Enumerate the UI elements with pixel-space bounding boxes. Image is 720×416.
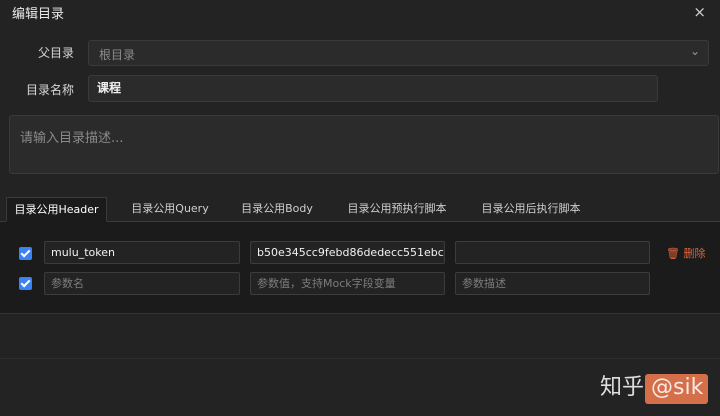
tab-common-body[interactable]: 目录公用Body <box>232 197 322 222</box>
directory-description-textarea[interactable]: 请输入目录描述... <box>9 115 719 174</box>
chevron-down-icon: ⌄ <box>689 44 700 58</box>
param-description-input[interactable] <box>455 241 650 264</box>
tab-common-query[interactable]: 目录公用Query <box>121 197 219 222</box>
dialog-titlebar: 编辑目录 × <box>0 0 720 26</box>
tab-common-post-script[interactable]: 目录公用后执行脚本 <box>474 197 588 222</box>
tab-bar: 目录公用Header 目录公用Query 目录公用Body 目录公用预执行脚本 … <box>0 197 720 222</box>
edit-directory-dialog: 编辑目录 × 父目录 根目录 ⌄ 目录名称 课程 请输入目录描述... 目录公用… <box>0 0 720 416</box>
header-params-panel <box>0 222 720 314</box>
tab-common-pre-script[interactable]: 目录公用预执行脚本 <box>340 197 454 222</box>
row-checkbox[interactable] <box>19 247 32 260</box>
parent-directory-label: 父目录 <box>37 46 74 60</box>
param-description-input[interactable]: 参数描述 <box>455 272 650 295</box>
row-checkbox[interactable] <box>19 277 32 290</box>
parent-directory-value: 根目录 <box>99 48 136 62</box>
delete-row-button[interactable]: 🗑 删除 <box>666 245 705 261</box>
dialog-title: 编辑目录 <box>12 7 65 22</box>
directory-name-label: 目录名称 <box>25 83 74 97</box>
param-name-input[interactable]: mulu_token <box>44 241 240 264</box>
param-value-input[interactable]: 参数值，支持Mock字段变量 <box>250 272 445 295</box>
parent-directory-select[interactable]: 根目录 ⌄ <box>88 40 709 66</box>
description-placeholder: 请输入目录描述... <box>20 131 124 146</box>
directory-name-input[interactable]: 课程 <box>88 75 658 102</box>
close-icon[interactable]: × <box>693 3 706 21</box>
watermark: 知乎 @sik <box>600 375 704 400</box>
param-value-input[interactable]: b50e345cc9febd86dedecc551ebcc50 <box>250 241 445 264</box>
tab-common-header[interactable]: 目录公用Header <box>6 197 107 222</box>
param-name-input[interactable]: 参数名 <box>44 272 240 295</box>
